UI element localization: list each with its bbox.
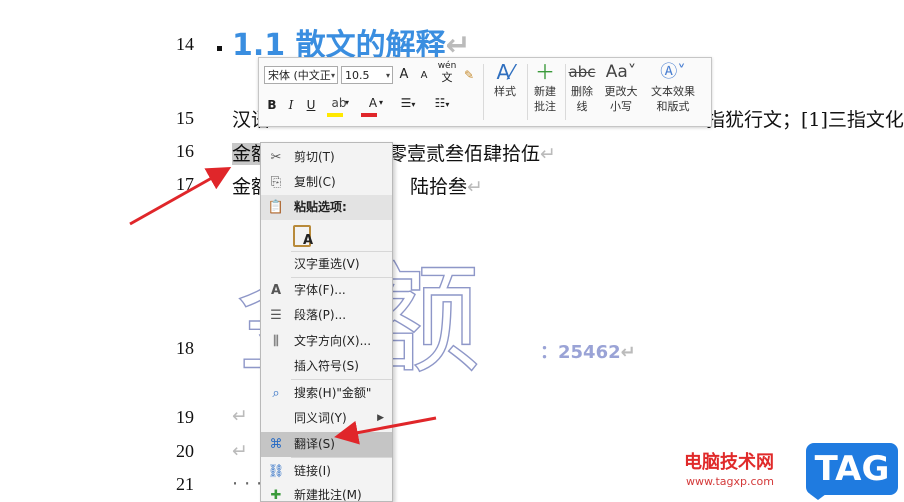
arrow-to-selected-text xyxy=(129,167,232,226)
site-url: www.tagxp.com xyxy=(686,475,774,488)
site-name: 电脑技术网 xyxy=(684,452,774,473)
tag-logo-tail xyxy=(810,494,826,500)
tag-logo: TAG xyxy=(806,443,898,495)
arrow-to-translate-item xyxy=(334,416,437,445)
annotation-arrows xyxy=(129,167,437,445)
